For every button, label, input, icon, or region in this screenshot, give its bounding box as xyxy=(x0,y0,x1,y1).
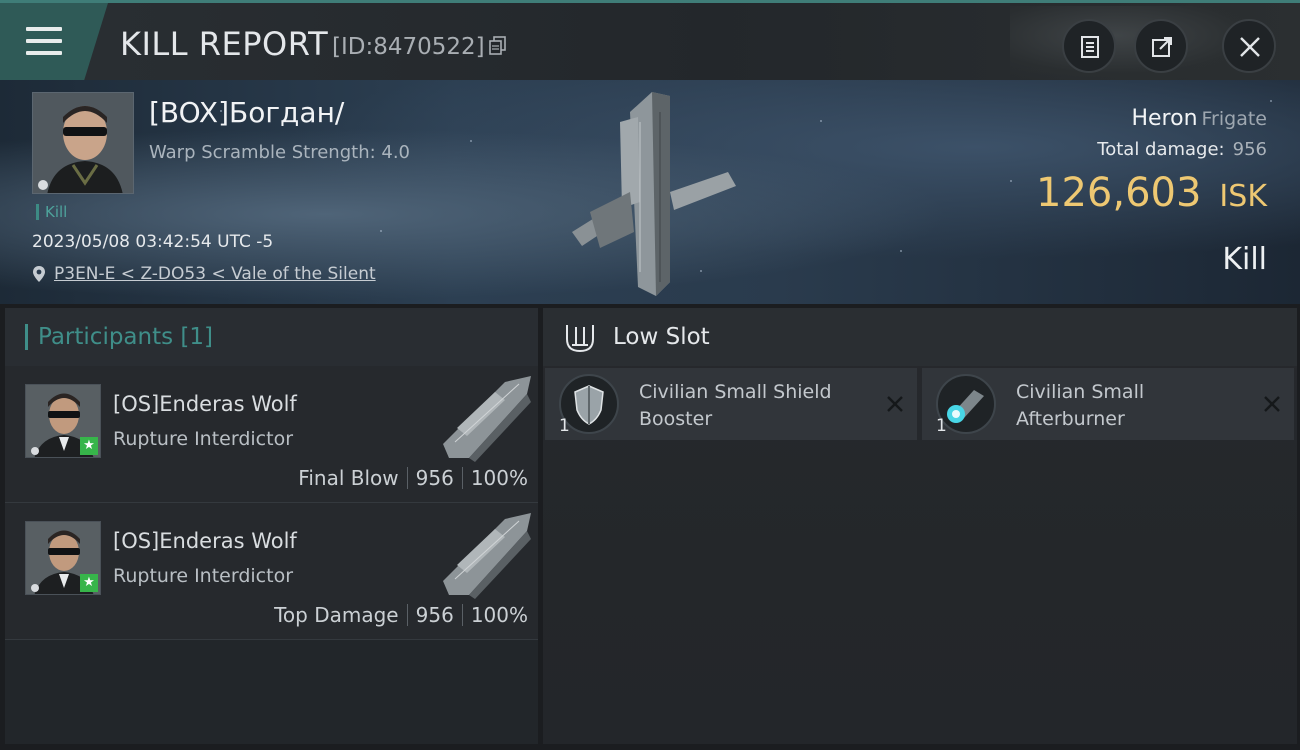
top-bar: KILL REPORT [ID:8470522] xyxy=(0,0,1300,80)
module-item[interactable]: 1 Civilian Small Shield Booster xyxy=(545,368,917,440)
clipboard-icon xyxy=(1081,36,1099,58)
destroyed-x-icon xyxy=(1264,396,1280,412)
module-quantity: 1 xyxy=(559,416,570,436)
module-name: Civilian Small Afterburner xyxy=(1016,381,1145,430)
low-slot-icon xyxy=(566,325,594,353)
result-label: Kill xyxy=(1222,242,1267,277)
module-item[interactable]: 1 Civilian Small Afterburner xyxy=(922,368,1294,440)
participant-damage: 956 xyxy=(415,466,454,490)
participant-stats: Final Blow 956 100% xyxy=(298,466,528,490)
participants-count: [1] xyxy=(180,324,214,350)
kill-type-tag: Kill xyxy=(36,204,67,220)
isk-value: 126,603 xyxy=(1036,170,1202,216)
participant-ship: Rupture Interdictor xyxy=(113,565,293,587)
ship-class-text: Frigate xyxy=(1201,108,1267,130)
portrait-icon xyxy=(33,93,133,193)
total-damage: Total damage: 956 xyxy=(1097,139,1267,160)
participant-ship: Rupture Interdictor xyxy=(113,428,293,450)
participant-name[interactable]: [OS]Enderas Wolf xyxy=(113,529,297,553)
kill-timestamp: 2023/05/08 03:42:54 UTC -5 xyxy=(32,232,274,252)
participant-role: Top Damage xyxy=(274,603,399,627)
participants-title: Participants [1] xyxy=(25,324,213,350)
participant-ship-image xyxy=(443,376,531,462)
menu-icon[interactable] xyxy=(26,27,62,55)
isk-unit: ISK xyxy=(1219,179,1267,214)
copy-icon[interactable] xyxy=(489,36,507,56)
victim-ship-image xyxy=(572,92,736,296)
location-pin-icon xyxy=(33,266,45,282)
participant-ship-image xyxy=(443,513,531,599)
participant-avatar[interactable]: ★ xyxy=(25,384,101,458)
module-name: Civilian Small Shield Booster xyxy=(639,381,832,430)
standing-badge-icon: ★ xyxy=(80,574,98,592)
low-slot-title: Low Slot xyxy=(613,324,710,350)
participants-title-text: Participants xyxy=(38,324,174,350)
participant-damage: 956 xyxy=(415,603,454,627)
victim-ship-name[interactable]: Heron Frigate xyxy=(1131,106,1267,131)
destroyed-x-icon xyxy=(887,396,903,412)
close-icon xyxy=(1240,37,1260,57)
ship-name-text: Heron xyxy=(1131,106,1198,131)
close-button[interactable] xyxy=(1222,19,1276,73)
participants-panel: Participants [1] ★ [OS]Enderas Wolf Rupt… xyxy=(5,308,538,744)
participant-percent: 100% xyxy=(470,466,528,490)
location-link[interactable]: P3EN-E < Z-DO53 < Vale of the Silent xyxy=(32,264,376,284)
warp-scramble-strength: Warp Scramble Strength: 4.0 xyxy=(149,142,411,163)
participant-avatar[interactable]: ★ xyxy=(25,521,101,595)
fitting-panel: Low Slot 1 Civilian Small Shield Booster… xyxy=(543,308,1297,744)
victim-banner: [BOX]Богдан/ Warp Scramble Strength: 4.0… xyxy=(0,80,1300,304)
report-id: [ID:8470522] xyxy=(332,34,485,60)
victim-name[interactable]: [BOX]Богдан/ xyxy=(149,96,344,129)
report-log-button[interactable] xyxy=(1062,19,1116,73)
participant-name[interactable]: [OS]Enderas Wolf xyxy=(113,392,297,416)
participant-row[interactable]: ★ [OS]Enderas Wolf Rupture Interdictor F… xyxy=(5,366,538,503)
total-damage-label: Total damage: xyxy=(1097,139,1225,160)
low-slot-header: Low Slot xyxy=(543,308,1297,366)
module-quantity: 1 xyxy=(936,416,947,436)
location-text: P3EN-E < Z-DO53 < Vale of the Silent xyxy=(54,264,376,284)
share-icon xyxy=(1152,37,1172,57)
standing-badge-icon: ★ xyxy=(80,437,98,455)
participant-row[interactable]: ★ [OS]Enderas Wolf Rupture Interdictor T… xyxy=(5,503,538,640)
participant-stats: Top Damage 956 100% xyxy=(274,603,528,627)
participant-percent: 100% xyxy=(470,603,528,627)
participant-role: Final Blow xyxy=(298,466,399,490)
isk-value-row: 126,603 ISK xyxy=(1036,170,1267,216)
participants-header: Participants [1] xyxy=(5,308,538,366)
page-title: KILL REPORT xyxy=(120,25,329,63)
share-button[interactable] xyxy=(1134,19,1188,73)
total-damage-value: 956 xyxy=(1232,139,1267,160)
victim-avatar[interactable] xyxy=(32,92,134,194)
